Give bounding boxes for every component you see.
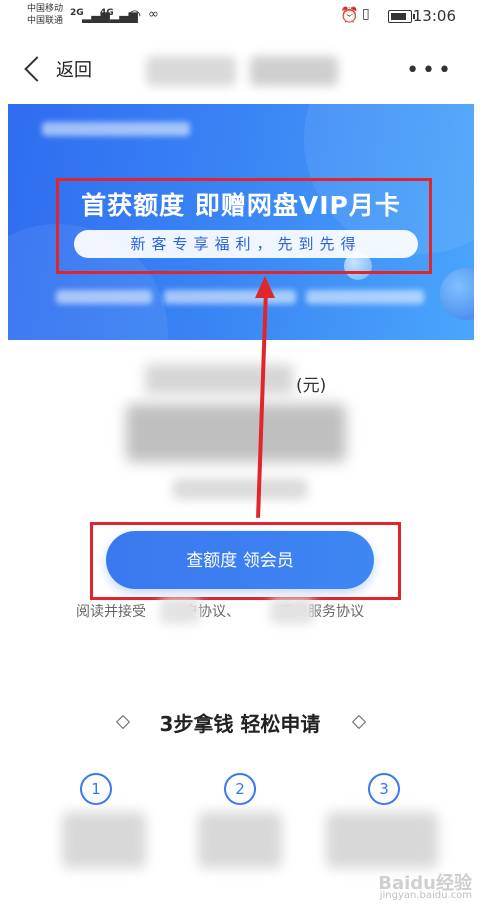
back-label: 返回 [56, 60, 92, 81]
status-bar: 中国移动 中国联通 2G ▂▄▆ 4G ▂▄▆ ◠ ∞ ⏰ ▯ 13:06 [0, 0, 480, 34]
watermark-url: jingyan.baidu.com [379, 890, 472, 901]
carrier-1: 中国移动 [27, 4, 64, 14]
clock: 13:06 [412, 7, 456, 25]
steps-title: 3步拿钱 轻松申请 [159, 712, 321, 736]
alarm-icon: ⏰ [340, 6, 359, 24]
carrier-2: 中国联通 [27, 16, 64, 26]
amount-value-redacted [126, 404, 346, 462]
step-2-text-redacted [198, 812, 282, 868]
chevron-left-icon [24, 56, 50, 82]
banner-info-redacted-1 [56, 290, 152, 304]
battery-icon [388, 10, 415, 23]
step-1-badge: 1 [80, 773, 112, 805]
amount-label-redacted [145, 364, 293, 394]
step-1-text-redacted [62, 812, 146, 868]
annotation-box-banner [56, 178, 432, 274]
agreement-name-redacted-2 [270, 598, 314, 624]
app-notification-icon: ∞ [148, 7, 159, 22]
banner-info-redacted-2 [164, 290, 296, 304]
agreement-name-redacted [160, 598, 200, 624]
decorative-ball [440, 268, 474, 320]
page-title-redacted [146, 56, 236, 86]
carrier-info: 中国移动 中国联通 [27, 3, 63, 27]
page-title-redacted-2 [250, 56, 338, 86]
agreement-prefix: 阅读并接受 [76, 604, 146, 620]
more-options-icon[interactable]: ••• [406, 60, 454, 82]
wifi-icon: ◠ [128, 6, 142, 24]
nav-bar: 返回 ••• [0, 36, 480, 102]
step-2-badge: 2 [224, 773, 256, 805]
agreement-text: 阅读并接受 户协议、 用户服务协议 [76, 601, 364, 621]
amount-note-redacted [172, 478, 308, 500]
banner-info-redacted-3 [306, 290, 424, 304]
step-3-badge: 3 [368, 773, 400, 805]
amount-unit: (元) [296, 376, 327, 396]
watermark: Baidu经验 jingyan.baidu.com [378, 873, 472, 902]
banner-brand-redacted [42, 122, 190, 136]
check-quota-button[interactable]: 查额度 领会员 [106, 531, 374, 589]
vibrate-icon: ▯ [362, 6, 370, 22]
back-button[interactable]: 返回 [24, 56, 92, 82]
watermark-text: Baidu经验 [378, 873, 472, 894]
annotation-arrow-head [255, 276, 275, 298]
step-3-text-redacted [326, 812, 438, 868]
